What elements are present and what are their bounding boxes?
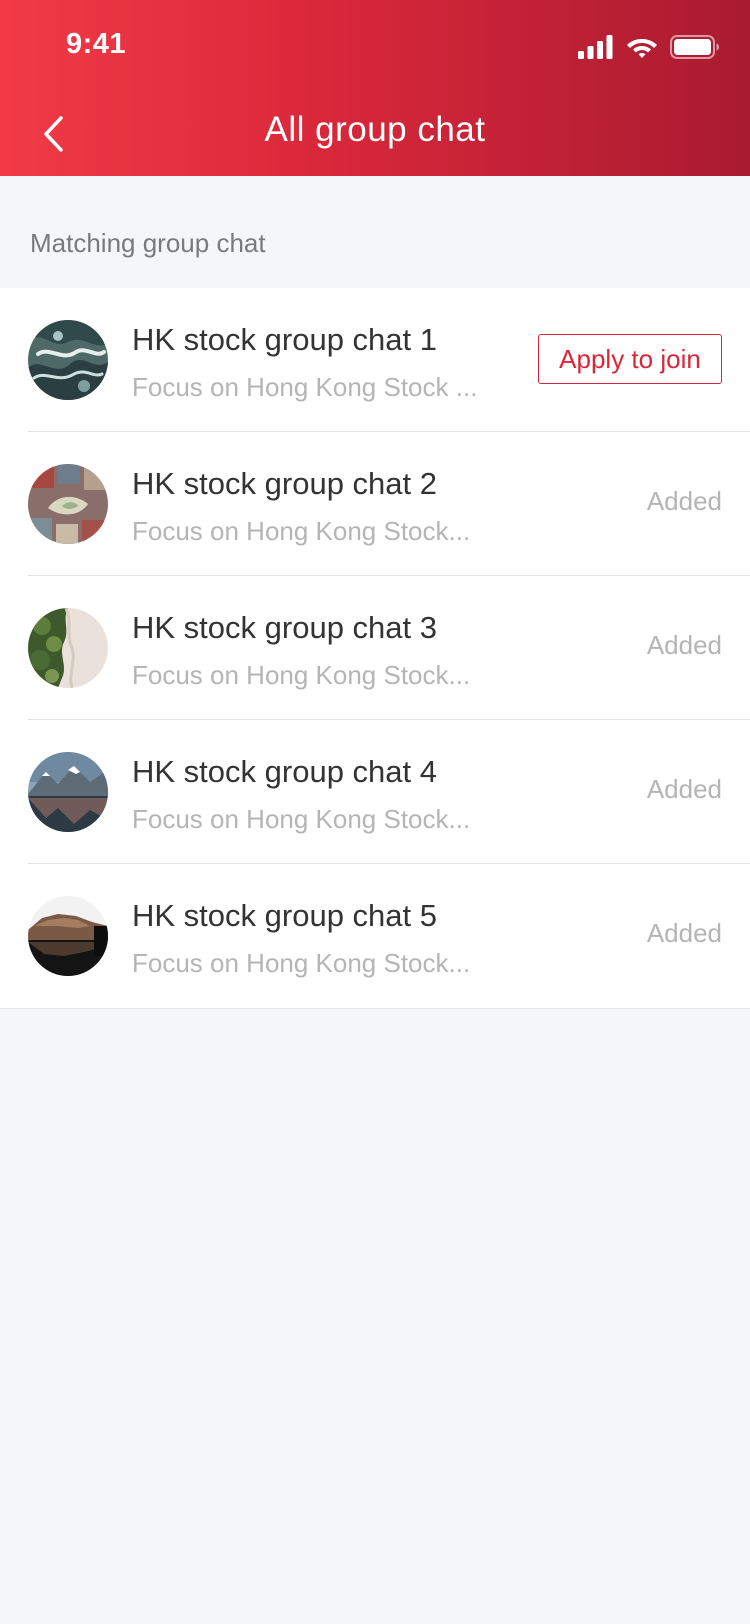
nav-bar: All group chat — [0, 92, 750, 176]
wifi-icon — [627, 39, 657, 58]
group-row[interactable]: HK stock group chat 1 Focus on Hong Kong… — [0, 288, 750, 432]
added-status-label: Added — [646, 774, 722, 804]
header: 9:41 All group chat — [0, 0, 750, 176]
group-description: Focus on Hong Kong Stock... — [132, 948, 471, 978]
group-row[interactable]: HK stock group chat 2 Focus on Hong Kong… — [0, 432, 750, 576]
status-bar: 9:41 — [0, 0, 750, 92]
added-status-label: Added — [646, 918, 722, 948]
group-avatar — [28, 896, 108, 976]
page: 9:41 All group chat Matching group chat … — [0, 0, 750, 1624]
group-avatar — [28, 608, 108, 688]
group-name: HK stock group chat 4 — [132, 754, 437, 789]
group-name: HK stock group chat 5 — [132, 898, 437, 933]
group-avatar-image — [28, 464, 108, 544]
group-name: HK stock group chat 1 — [132, 322, 437, 357]
section-header: Matching group chat — [0, 176, 750, 288]
section-title: Matching group chat — [30, 228, 266, 258]
group-avatar — [28, 464, 108, 544]
battery-icon — [670, 35, 719, 59]
group-description: Focus on Hong Kong Stock... — [132, 804, 471, 834]
status-time: 9:41 — [66, 28, 127, 60]
signal-icon — [578, 35, 613, 59]
page-title: All group chat — [264, 110, 486, 149]
group-description: Focus on Hong Kong Stock... — [132, 516, 471, 546]
group-row[interactable]: HK stock group chat 5 Focus on Hong Kong… — [0, 864, 750, 1008]
apply-to-join-button[interactable]: Apply to join — [538, 334, 722, 384]
group-avatar-image — [28, 320, 108, 400]
group-avatar-image — [28, 896, 108, 976]
group-avatar — [28, 320, 108, 400]
group-description: Focus on Hong Kong Stock ... — [132, 372, 478, 402]
group-avatar — [28, 752, 108, 832]
group-name: HK stock group chat 3 — [132, 610, 437, 645]
group-list: HK stock group chat 1 Focus on Hong Kong… — [0, 288, 750, 1009]
group-description: Focus on Hong Kong Stock... — [132, 660, 471, 690]
group-row[interactable]: HK stock group chat 4 Focus on Hong Kong… — [0, 720, 750, 864]
group-avatar-image — [28, 608, 108, 688]
added-status-label: Added — [646, 630, 722, 660]
group-row[interactable]: HK stock group chat 3 Focus on Hong Kong… — [0, 576, 750, 720]
status-icons — [578, 34, 720, 60]
group-avatar-image — [28, 752, 108, 832]
group-name: HK stock group chat 2 — [132, 466, 437, 501]
added-status-label: Added — [646, 486, 722, 516]
